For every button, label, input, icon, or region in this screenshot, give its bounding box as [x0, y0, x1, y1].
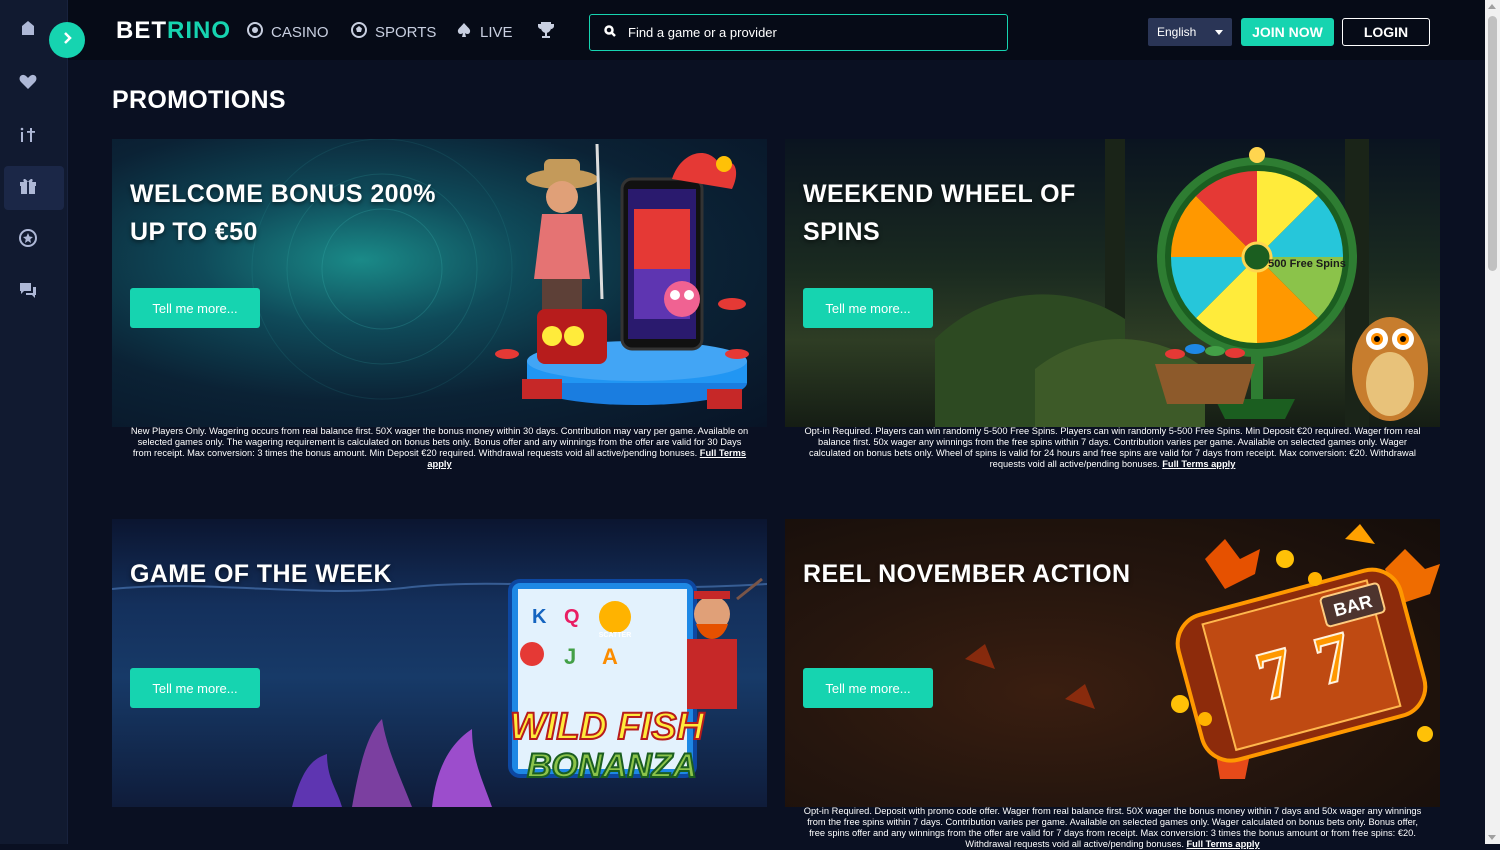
- caret-down-icon: [1215, 29, 1223, 35]
- login-button[interactable]: LOGIN: [1342, 18, 1430, 46]
- chat-icon: [18, 280, 38, 305]
- search-box[interactable]: [589, 14, 1008, 51]
- promo-card-reel-november: 7 7 BAR REEL NOVEMBER ACTION Tell me mor…: [785, 519, 1440, 807]
- promo-terms: Opt-in Required. Players can win randoml…: [804, 426, 1421, 469]
- tell-me-more-button[interactable]: Tell me more...: [130, 288, 260, 328]
- heart-icon: [18, 72, 38, 97]
- sort-icon: [18, 124, 38, 149]
- sidebar-item-sort[interactable]: [4, 114, 64, 158]
- language-select[interactable]: English: [1148, 18, 1232, 46]
- scroll-up-icon[interactable]: [1488, 4, 1496, 9]
- page-scrollbar[interactable]: [1485, 0, 1500, 844]
- star-badge-icon: [18, 228, 38, 253]
- promo-title: GAME OF THE WEEK: [130, 560, 392, 588]
- sidebar-item-chat[interactable]: [4, 270, 64, 314]
- tell-me-more-button[interactable]: Tell me more...: [803, 288, 933, 328]
- promo-title: WELCOME BONUS 200% UP TO €50: [130, 180, 436, 246]
- promo-card-game-of-the-week: K Q J A SCATTER WILD FISH BONANZA GAME O…: [112, 519, 767, 807]
- nav-live[interactable]: LIVE: [456, 22, 513, 42]
- tell-me-more-button[interactable]: Tell me more...: [803, 668, 933, 708]
- brand-logo[interactable]: BETRINO: [116, 17, 231, 45]
- home-icon: [18, 18, 38, 43]
- search-input[interactable]: [628, 25, 988, 40]
- sidebar: [0, 0, 68, 844]
- full-terms-link[interactable]: Full Terms apply: [1187, 839, 1260, 849]
- game-logo-line1: WILD FISH: [510, 706, 706, 748]
- scroll-down-icon[interactable]: [1488, 835, 1496, 840]
- nav-casino[interactable]: CASINO: [247, 22, 329, 42]
- gift-icon: [18, 176, 38, 201]
- expand-sidebar-button[interactable]: [49, 22, 85, 58]
- svg-text:Q: Q: [564, 606, 580, 628]
- svg-text:J: J: [564, 644, 576, 669]
- full-terms-link[interactable]: Full Terms apply: [1162, 459, 1235, 469]
- svg-text:K: K: [532, 606, 547, 628]
- promo-card-welcome-bonus: WELCOME BONUS 200% UP TO €50 Tell me more…: [112, 139, 767, 427]
- promo-title: REEL NOVEMBER ACTION: [803, 560, 1131, 588]
- nav-tournaments[interactable]: [536, 20, 556, 44]
- football-icon: [351, 22, 367, 42]
- search-icon: [604, 24, 616, 42]
- sidebar-item-promotions[interactable]: [4, 166, 64, 210]
- tell-me-more-button[interactable]: Tell me more...: [130, 668, 260, 708]
- join-now-button[interactable]: JOIN NOW: [1241, 18, 1334, 46]
- casino-chip-icon: [247, 22, 263, 42]
- page-title: PROMOTIONS: [112, 86, 286, 114]
- trophy-icon: [536, 20, 556, 44]
- sidebar-item-vip[interactable]: [4, 218, 64, 262]
- promo-title: WEEKEND WHEEL OF SPINS: [803, 180, 1076, 246]
- promo-terms: Opt-in Required. Deposit with promo code…: [803, 806, 1422, 849]
- scroll-thumb[interactable]: [1488, 16, 1497, 271]
- chevron-right-icon: [59, 30, 75, 51]
- promo-terms: New Players Only. Wagering occurs from r…: [130, 426, 749, 469]
- svg-text:A: A: [602, 644, 618, 669]
- scatter-symbol: SCATTER: [599, 632, 632, 639]
- sidebar-item-favorites[interactable]: [4, 62, 64, 106]
- promo-card-weekend-wheel: 500 Free Spins WEEKEND WHEEL OF SPINS Tel…: [785, 139, 1440, 427]
- game-logo-line2: BONANZA: [527, 747, 697, 785]
- spade-icon: [456, 22, 472, 42]
- nav-sports[interactable]: SPORTS: [351, 22, 436, 42]
- top-header: BETRINO CASINO SPORTS LIVE English JOIN …: [68, 0, 1485, 60]
- wheel-label-500: 500 Free Spins: [1268, 258, 1346, 270]
